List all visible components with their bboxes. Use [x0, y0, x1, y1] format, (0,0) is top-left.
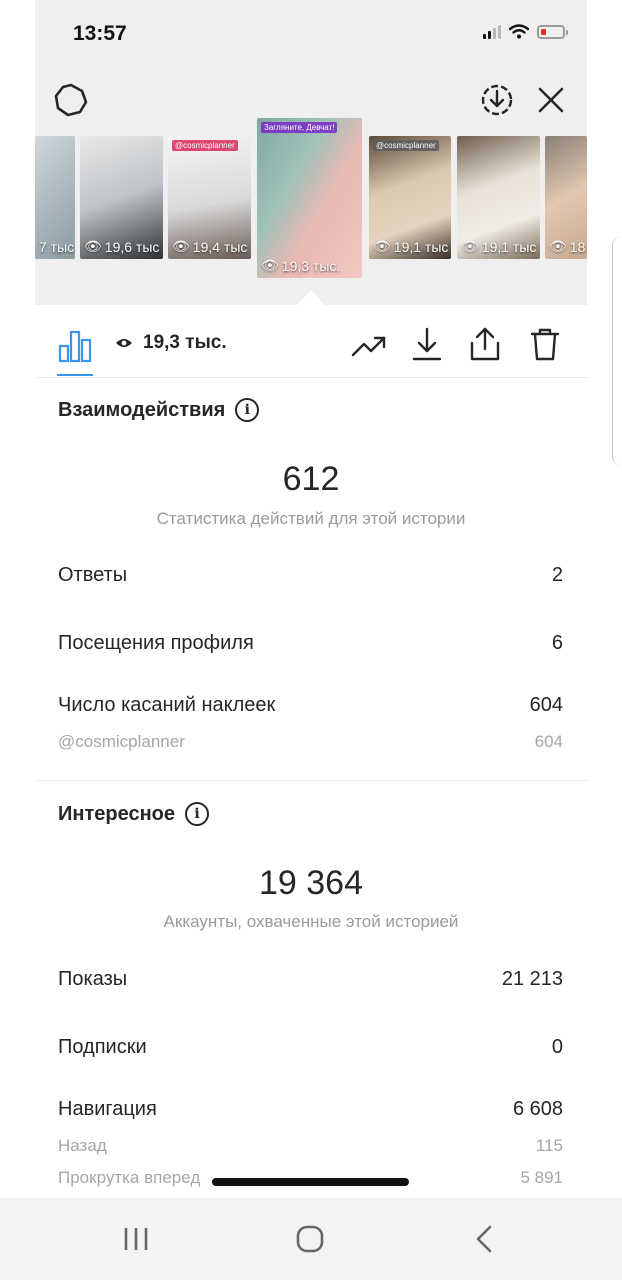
stat-subrow-back: Назад 115	[58, 1136, 563, 1156]
story-thumbnail[interactable]: @cosmicplanner 👁 19,4 тыс	[168, 136, 251, 259]
stat-label: Ответы	[58, 564, 128, 586]
thumbnail-tag: @cosmicplanner	[172, 140, 238, 151]
story-thumbnail[interactable]: @cosmicplanner 👁 19,1 тыс	[369, 136, 451, 259]
status-icons	[483, 24, 568, 39]
recent-apps-icon[interactable]	[106, 1216, 166, 1262]
divider	[35, 377, 587, 378]
wifi-icon	[509, 24, 529, 39]
interactions-title-text: Взаимодействия	[58, 398, 226, 421]
download-circle-icon[interactable]	[477, 80, 517, 120]
divider	[35, 780, 587, 781]
signal-icon	[483, 24, 501, 39]
bar-chart-icon[interactable]	[53, 324, 97, 368]
discovery-caption: Аккаунты, охваченные этой историей	[163, 912, 459, 931]
story-thumbnail-selected[interactable]: Загляните, Девчат! 👁 19,3 тыс.	[257, 118, 362, 278]
battery-icon	[537, 24, 568, 39]
thumbnail-tag: @cosmicplanner	[373, 140, 439, 151]
stat-row-replies: Ответы 2	[58, 564, 563, 587]
download-icon[interactable]	[405, 322, 449, 366]
eye-icon: 👁	[373, 238, 391, 254]
stat-value: 5 891	[520, 1168, 563, 1187]
stat-label: Навигация	[58, 1098, 157, 1120]
story-thumbnail[interactable]: 7 тыс	[35, 136, 75, 259]
trash-icon[interactable]	[523, 322, 567, 366]
story-thumbnail-strip: 7 тыс 👁 19,6 тыс @cosmicplanner 👁 19,4 тыс…	[35, 118, 587, 278]
story-top-actions	[35, 78, 587, 122]
system-navigation-bar	[0, 1198, 622, 1280]
thumbnail-views: 👁 19,4 тыс	[172, 238, 248, 255]
stat-value: 0	[551, 1036, 563, 1058]
discovery-title: Интересное i	[58, 802, 209, 826]
stat-row-sticker-taps: Число касаний наклеек 604	[58, 694, 563, 717]
home-indicator[interactable]	[212, 1178, 409, 1186]
stat-label: Прокрутка вперед	[58, 1168, 201, 1187]
story-thumbnail[interactable]: 👁 19,6 тыс	[80, 136, 163, 259]
stat-value: 604	[529, 694, 563, 716]
status-bar: 13:57	[35, 0, 587, 68]
device-side-edge	[612, 236, 622, 466]
stat-label: Подписки	[58, 1036, 147, 1058]
stat-label: @cosmicplanner	[58, 732, 185, 751]
discovery-title-text: Интересное	[58, 802, 175, 825]
stat-label: Число касаний наклеек	[58, 694, 276, 716]
story-thumbnail[interactable]: 👁 19,1 тыс	[457, 136, 540, 259]
back-icon[interactable]	[454, 1216, 514, 1262]
stat-label: Посещения профиля	[58, 632, 254, 654]
stat-value: 6	[551, 632, 563, 654]
insights-toolbar: 19,3 тыс.	[35, 318, 587, 378]
settings-gear-icon[interactable]	[51, 80, 91, 120]
battery-level	[541, 28, 546, 35]
interactions-title: Взаимодействия i	[58, 398, 260, 422]
interactions-caption: Статистика действий для этой истории	[156, 509, 466, 528]
thumbnail-views: 👁 18	[549, 238, 586, 255]
story-thumbnail[interactable]: 👁 18	[545, 136, 587, 259]
story-insights-screen: 13:57 7 тыс 👁 19,6 тыс @cosmicplanner 👁 …	[35, 0, 587, 1198]
eye-icon: 👁	[549, 238, 567, 254]
stat-value: 115	[535, 1136, 563, 1155]
stat-value: 2	[551, 564, 563, 586]
stat-label: Показы	[58, 968, 128, 990]
thumbnail-views: 👁 19,3 тыс.	[261, 257, 341, 274]
active-tab-indicator	[57, 374, 93, 376]
selected-story-pointer	[296, 290, 326, 306]
trending-icon[interactable]	[347, 324, 391, 368]
stat-label: Назад	[58, 1136, 107, 1155]
thumbnail-views: 👁 19,6 тыс	[84, 238, 160, 255]
stat-row-profile-visits: Посещения профиля 6	[58, 632, 563, 655]
interactions-total: 612	[282, 460, 340, 498]
discovery-total: 19 364	[259, 864, 363, 902]
stat-value: 21 213	[501, 968, 563, 990]
thumbnail-views: 7 тыс	[39, 239, 75, 255]
eye-icon	[116, 339, 132, 347]
status-time: 13:57	[73, 22, 127, 45]
stat-row-follows: Подписки 0	[58, 1036, 563, 1059]
eye-icon: 👁	[172, 238, 190, 254]
info-icon[interactable]: i	[235, 398, 260, 422]
thumbnail-views: 👁 19,1 тыс	[373, 238, 449, 255]
info-icon[interactable]: i	[185, 802, 209, 826]
eye-icon: 👁	[261, 257, 279, 273]
close-icon[interactable]	[531, 80, 571, 120]
stat-row-impressions: Показы 21 213	[58, 968, 563, 991]
thumbnail-tag: Загляните, Девчат!	[261, 122, 338, 133]
story-views-count: 19,3 тыс.	[115, 332, 227, 354]
eye-icon: 👁	[461, 238, 479, 254]
stat-value: 604	[534, 732, 563, 751]
stat-value: 6 608	[512, 1098, 563, 1120]
thumbnail-views: 👁 19,1 тыс	[461, 238, 537, 255]
home-icon[interactable]	[280, 1216, 340, 1262]
eye-icon: 👁	[84, 238, 102, 254]
share-icon[interactable]	[463, 322, 507, 366]
story-views-value: 19,3 тыс.	[143, 332, 227, 353]
stat-subrow-mention: @cosmicplanner 604	[58, 732, 563, 752]
stat-row-navigation: Навигация 6 608	[58, 1098, 563, 1121]
